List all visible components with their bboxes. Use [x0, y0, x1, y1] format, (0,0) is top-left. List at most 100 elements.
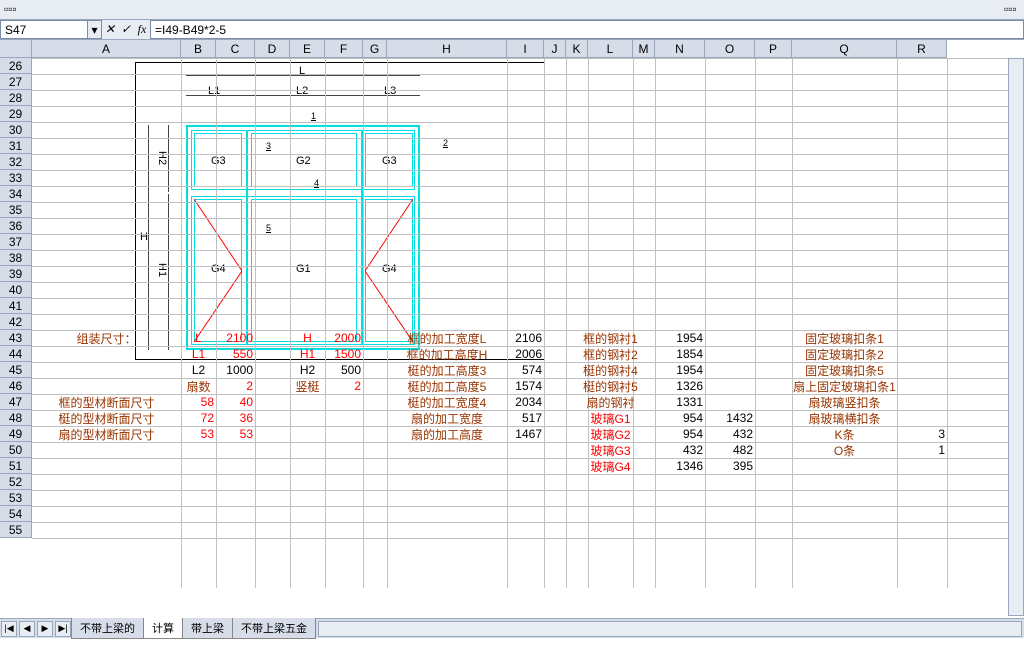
row-head-40[interactable]: 40 — [0, 282, 32, 298]
cell-F44[interactable]: 1500 — [325, 346, 363, 362]
row-head-51[interactable]: 51 — [0, 458, 32, 474]
cell-L46[interactable]: 梃的钢衬5 — [588, 378, 633, 394]
row-head-55[interactable]: 55 — [0, 522, 32, 538]
row-head-43[interactable]: 43 — [0, 330, 32, 346]
cell-B47[interactable]: 58 — [181, 394, 216, 410]
row-head-45[interactable]: 45 — [0, 362, 32, 378]
cell-F45[interactable]: 500 — [325, 362, 363, 378]
row-head-35[interactable]: 35 — [0, 202, 32, 218]
cell-R49[interactable]: 3 — [897, 426, 947, 442]
col-head-K[interactable]: K — [566, 40, 588, 58]
cell-E43[interactable]: H — [290, 330, 325, 346]
row-head-29[interactable]: 29 — [0, 106, 32, 122]
cell-I43[interactable]: 2106 — [507, 330, 544, 346]
col-head-P[interactable]: P — [755, 40, 792, 58]
cell-L50[interactable]: 玻璃G3 — [588, 442, 633, 458]
vertical-scrollbar[interactable] — [1008, 58, 1024, 616]
col-head-O[interactable]: O — [705, 40, 755, 58]
cell-N47[interactable]: 1331 — [655, 394, 705, 410]
tab-prev-button[interactable]: ◀ — [19, 621, 35, 637]
row-head-42[interactable]: 42 — [0, 314, 32, 330]
row-head-38[interactable]: 38 — [0, 250, 32, 266]
row-head-46[interactable]: 46 — [0, 378, 32, 394]
cell-Q48[interactable]: 扇玻璃横扣条 — [792, 410, 897, 426]
cell-Q46[interactable]: 扇上固定玻璃扣条1 — [792, 378, 897, 394]
row-head-54[interactable]: 54 — [0, 506, 32, 522]
horizontal-scrollbar[interactable] — [318, 621, 1022, 637]
cell-Q49[interactable]: K条 — [792, 426, 897, 442]
col-head-I[interactable]: I — [507, 40, 544, 58]
row-head-44[interactable]: 44 — [0, 346, 32, 362]
cell-O49[interactable]: 432 — [705, 426, 755, 442]
cell-N46[interactable]: 1326 — [655, 378, 705, 394]
cell-H48[interactable]: 扇的加工宽度 — [387, 410, 507, 426]
cell-A47[interactable]: 框的型材断面尺寸 — [32, 394, 181, 410]
cell-N48[interactable]: 954 — [655, 410, 705, 426]
cell-F46[interactable]: 2 — [325, 378, 363, 394]
name-box[interactable]: S47 — [0, 20, 88, 39]
col-head-D[interactable]: D — [255, 40, 290, 58]
col-head-G[interactable]: G — [363, 40, 387, 58]
cell-H43[interactable]: 框的加工宽度L — [387, 330, 507, 346]
cell-B49[interactable]: 53 — [181, 426, 216, 442]
row-head-39[interactable]: 39 — [0, 266, 32, 282]
select-all-corner[interactable] — [0, 40, 32, 58]
fx-button[interactable]: fx — [134, 20, 150, 39]
col-head-H[interactable]: H — [387, 40, 507, 58]
col-head-N[interactable]: N — [655, 40, 705, 58]
cell-Q44[interactable]: 固定玻璃扣条2 — [792, 346, 897, 362]
cell-I47[interactable]: 2034 — [507, 394, 544, 410]
row-headers[interactable]: 2627282930313233343536373839404142434445… — [0, 58, 32, 538]
cell-C46[interactable]: 2 — [216, 378, 255, 394]
row-head-53[interactable]: 53 — [0, 490, 32, 506]
cell-E44[interactable]: H1 — [290, 346, 325, 362]
cell-L43[interactable]: 框的钢衬1 — [588, 330, 633, 346]
column-headers[interactable]: ABCDEFGHIJKLMNOPQR — [32, 40, 947, 58]
col-head-F[interactable]: F — [325, 40, 363, 58]
cell-H49[interactable]: 扇的加工高度 — [387, 426, 507, 442]
cell-B46[interactable]: 扇数 — [181, 378, 216, 394]
row-head-37[interactable]: 37 — [0, 234, 32, 250]
cell-C49[interactable]: 53 — [216, 426, 255, 442]
row-head-33[interactable]: 33 — [0, 170, 32, 186]
cell-N51[interactable]: 1346 — [655, 458, 705, 474]
toolbar-right-icons[interactable]: ▫▫▫ — [1004, 2, 1020, 18]
sheet-tab[interactable]: 不带上梁的 — [71, 618, 144, 639]
cell-C48[interactable]: 36 — [216, 410, 255, 426]
col-head-J[interactable]: J — [544, 40, 566, 58]
cell-N50[interactable]: 432 — [655, 442, 705, 458]
row-head-31[interactable]: 31 — [0, 138, 32, 154]
row-head-47[interactable]: 47 — [0, 394, 32, 410]
sheet-tab[interactable]: 不带上梁五金 — [232, 618, 316, 639]
cell-C43[interactable]: 2100 — [216, 330, 255, 346]
formula-input[interactable]: =I49-B49*2-5 — [150, 20, 1024, 39]
cell-Q47[interactable]: 扇玻璃竖扣条 — [792, 394, 897, 410]
cell-C44[interactable]: 550 — [216, 346, 255, 362]
cell-I46[interactable]: 1574 — [507, 378, 544, 394]
cell-C47[interactable]: 40 — [216, 394, 255, 410]
sheet-tab[interactable]: 带上梁 — [182, 618, 233, 639]
cell-A48[interactable]: 梃的型材断面尺寸 — [32, 410, 181, 426]
toolbar-left-icons[interactable]: ▫▫▫ — [4, 2, 20, 18]
cell-N49[interactable]: 954 — [655, 426, 705, 442]
cell-B44[interactable]: L1 — [181, 346, 216, 362]
cell-O48[interactable]: 1432 — [705, 410, 755, 426]
cell-N43[interactable]: 1954 — [655, 330, 705, 346]
cell-E46[interactable]: 竖梃 — [290, 378, 325, 394]
enter-button[interactable]: ✓ — [118, 20, 134, 39]
col-head-L[interactable]: L — [588, 40, 633, 58]
cell-L49[interactable]: 玻璃G2 — [588, 426, 633, 442]
cell-L45[interactable]: 梃的钢衬4 — [588, 362, 633, 378]
cell-N45[interactable]: 1954 — [655, 362, 705, 378]
row-head-49[interactable]: 49 — [0, 426, 32, 442]
cell-H46[interactable]: 梃的加工高度5 — [387, 378, 507, 394]
row-head-30[interactable]: 30 — [0, 122, 32, 138]
row-head-27[interactable]: 27 — [0, 74, 32, 90]
col-head-M[interactable]: M — [633, 40, 655, 58]
row-head-50[interactable]: 50 — [0, 442, 32, 458]
row-head-34[interactable]: 34 — [0, 186, 32, 202]
row-head-52[interactable]: 52 — [0, 474, 32, 490]
row-head-36[interactable]: 36 — [0, 218, 32, 234]
cell-B43[interactable]: L — [181, 330, 216, 346]
name-box-dropdown[interactable]: ▾ — [88, 20, 102, 39]
